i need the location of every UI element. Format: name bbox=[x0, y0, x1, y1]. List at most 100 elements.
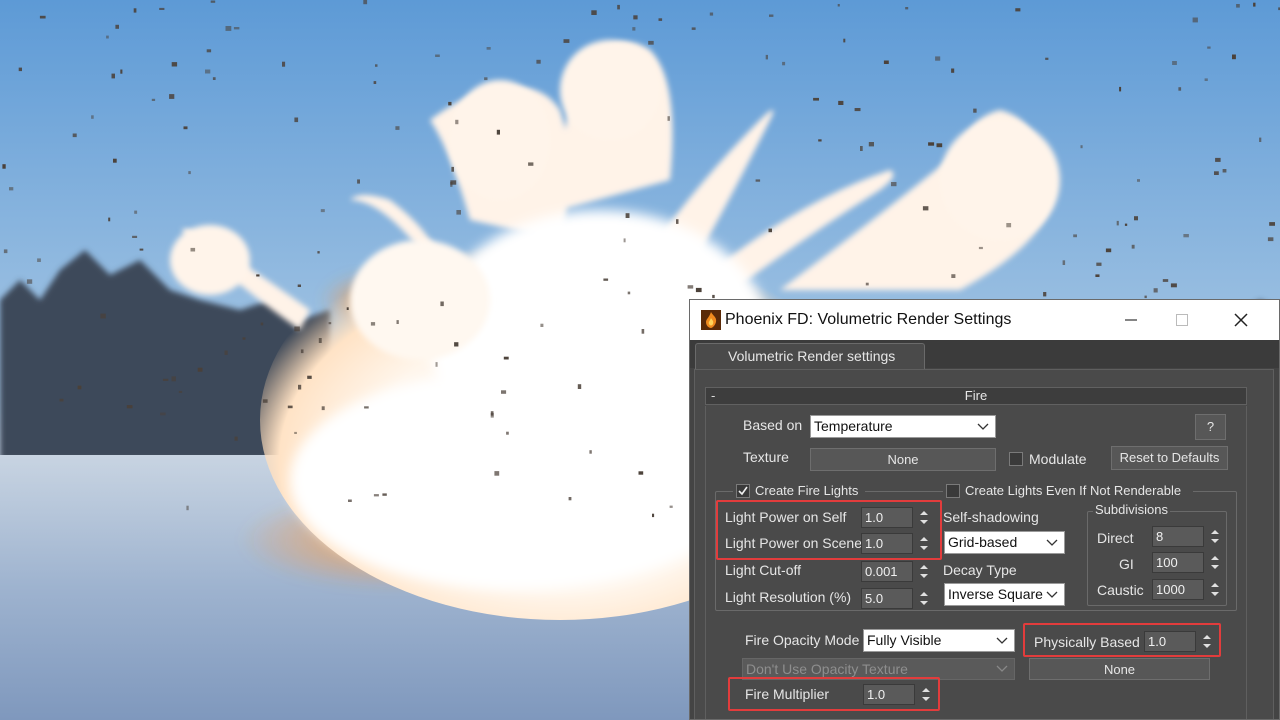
debris-speck bbox=[169, 94, 175, 99]
light-power-scene-label: Light Power on Scene bbox=[725, 535, 862, 551]
debris-speck bbox=[623, 238, 626, 243]
modulate-label: Modulate bbox=[1029, 451, 1087, 467]
based-on-dropdown[interactable]: Temperature bbox=[810, 415, 996, 438]
caustic-spinner[interactable]: 1000 bbox=[1152, 579, 1224, 600]
debris-speck bbox=[1192, 17, 1198, 23]
gi-field[interactable]: 100 bbox=[1152, 552, 1204, 573]
modulate-checkbox[interactable] bbox=[1009, 452, 1023, 466]
opacity-texture-none-button[interactable]: None bbox=[1029, 658, 1210, 680]
fire-multiplier-spinner[interactable]: 1.0 bbox=[863, 684, 935, 705]
debris-speck bbox=[1222, 169, 1227, 173]
help-button[interactable]: ? bbox=[1195, 414, 1226, 440]
direct-field[interactable]: 8 bbox=[1152, 526, 1204, 547]
spinner-arrows-icon[interactable] bbox=[1208, 579, 1222, 600]
direct-spinner[interactable]: 8 bbox=[1152, 526, 1224, 547]
debris-speck bbox=[658, 18, 663, 21]
debris-speck bbox=[317, 251, 320, 254]
window-title: Phoenix FD: Volumetric Render Settings bbox=[725, 311, 1012, 328]
spinner-arrows-icon[interactable] bbox=[1208, 526, 1222, 547]
based-on-label: Based on bbox=[743, 417, 803, 433]
spinner-arrows-icon[interactable] bbox=[917, 588, 931, 609]
debris-speck bbox=[300, 349, 304, 354]
light-resolution-field[interactable]: 5.0 bbox=[861, 588, 913, 609]
debris-speck bbox=[1062, 260, 1066, 265]
caustic-field[interactable]: 1000 bbox=[1152, 579, 1204, 600]
debris-speck bbox=[3, 249, 8, 254]
debris-speck bbox=[1095, 274, 1100, 277]
physically-based-field[interactable]: 1.0 bbox=[1144, 631, 1196, 652]
tab-volumetric-render-settings[interactable]: Volumetric Render settings bbox=[695, 343, 925, 370]
chevron-down-icon bbox=[977, 423, 989, 430]
minimize-button[interactable] bbox=[1118, 308, 1144, 332]
light-power-self-field[interactable]: 1.0 bbox=[861, 507, 913, 528]
reset-to-defaults-button[interactable]: Reset to Defaults bbox=[1111, 446, 1228, 470]
opacity-texture-dropdown[interactable]: Don't Use Opacity Texture bbox=[742, 658, 1015, 680]
debris-speck bbox=[1043, 292, 1047, 297]
debris-speck bbox=[691, 27, 696, 30]
light-cutoff-field[interactable]: 0.001 bbox=[861, 561, 913, 582]
fire-multiplier-label: Fire Multiplier bbox=[745, 686, 830, 702]
debris-speck bbox=[591, 10, 597, 15]
spinner-arrows-icon[interactable] bbox=[1208, 552, 1222, 573]
chevron-down-icon bbox=[1046, 591, 1058, 598]
light-power-scene-field[interactable]: 1.0 bbox=[861, 533, 913, 554]
spinner-arrows-icon[interactable] bbox=[917, 533, 931, 554]
gi-spinner[interactable]: 100 bbox=[1152, 552, 1224, 573]
fire-multiplier-field[interactable]: 1.0 bbox=[863, 684, 915, 705]
close-button[interactable] bbox=[1228, 308, 1254, 332]
texture-label: Texture bbox=[743, 449, 789, 465]
self-shadowing-dropdown[interactable]: Grid-based bbox=[944, 531, 1065, 554]
debris-speck bbox=[171, 376, 176, 382]
light-resolution-spinner[interactable]: 5.0 bbox=[861, 588, 933, 609]
debris-speck bbox=[256, 274, 260, 277]
debris-speck bbox=[282, 61, 286, 67]
subdivisions-legend: Subdivisions bbox=[1093, 502, 1170, 517]
light-power-scene-spinner[interactable]: 1.0 bbox=[861, 533, 933, 554]
debris-speck bbox=[328, 322, 332, 325]
debris-speck bbox=[837, 4, 840, 7]
texture-none-button[interactable]: None bbox=[810, 448, 996, 471]
decay-type-dropdown[interactable]: Inverse Square bbox=[944, 583, 1065, 606]
physically-based-spinner[interactable]: 1.0 bbox=[1144, 631, 1216, 652]
debris-speck bbox=[297, 284, 301, 287]
collapse-toggle[interactable]: - bbox=[711, 388, 715, 404]
fire-opacity-mode-dropdown[interactable]: Fully Visible bbox=[863, 629, 1015, 652]
debris-speck bbox=[206, 49, 212, 53]
debris-speck bbox=[1183, 234, 1189, 238]
settings-panel: - Fire Based on Temperature ? Texture No… bbox=[694, 369, 1274, 719]
debris-speck bbox=[1162, 279, 1169, 282]
debris-speck bbox=[1267, 237, 1274, 242]
debris-speck bbox=[667, 116, 670, 121]
debris-speck bbox=[813, 97, 819, 101]
spinner-arrows-icon[interactable] bbox=[917, 561, 931, 582]
debris-speck bbox=[454, 342, 459, 347]
debris-speck bbox=[1124, 223, 1128, 226]
debris-speck bbox=[563, 39, 570, 43]
debris-speck bbox=[695, 287, 702, 293]
spinner-arrows-icon[interactable] bbox=[1200, 631, 1214, 652]
debris-speck bbox=[617, 4, 620, 10]
debris-speck bbox=[450, 180, 457, 185]
debris-speck bbox=[1015, 8, 1021, 12]
debris-speck bbox=[769, 14, 774, 17]
create-fire-lights-checkbox[interactable] bbox=[736, 484, 750, 498]
light-cutoff-spinner[interactable]: 0.001 bbox=[861, 561, 933, 582]
debris-speck bbox=[100, 313, 106, 319]
create-fire-lights-legend: Create Fire Lights bbox=[733, 482, 865, 500]
debris-speck bbox=[455, 119, 459, 125]
spinner-arrows-icon[interactable] bbox=[917, 507, 931, 528]
debris-speck bbox=[133, 8, 137, 13]
fire-rollout-header[interactable]: - Fire bbox=[705, 387, 1247, 405]
create-lights-even-label: Create Lights Even If Not Renderable bbox=[965, 483, 1182, 498]
light-power-self-spinner[interactable]: 1.0 bbox=[861, 507, 933, 528]
maximize-button[interactable] bbox=[1169, 308, 1195, 332]
debris-speck bbox=[1131, 244, 1135, 249]
debris-speck bbox=[1259, 137, 1262, 142]
debris-speck bbox=[370, 322, 376, 326]
create-lights-even-checkbox[interactable] bbox=[946, 484, 960, 498]
spinner-arrows-icon[interactable] bbox=[919, 684, 933, 705]
debris-speck bbox=[891, 182, 897, 187]
debris-speck bbox=[641, 329, 645, 334]
debris-speck bbox=[1170, 283, 1177, 288]
debris-speck bbox=[536, 59, 541, 64]
